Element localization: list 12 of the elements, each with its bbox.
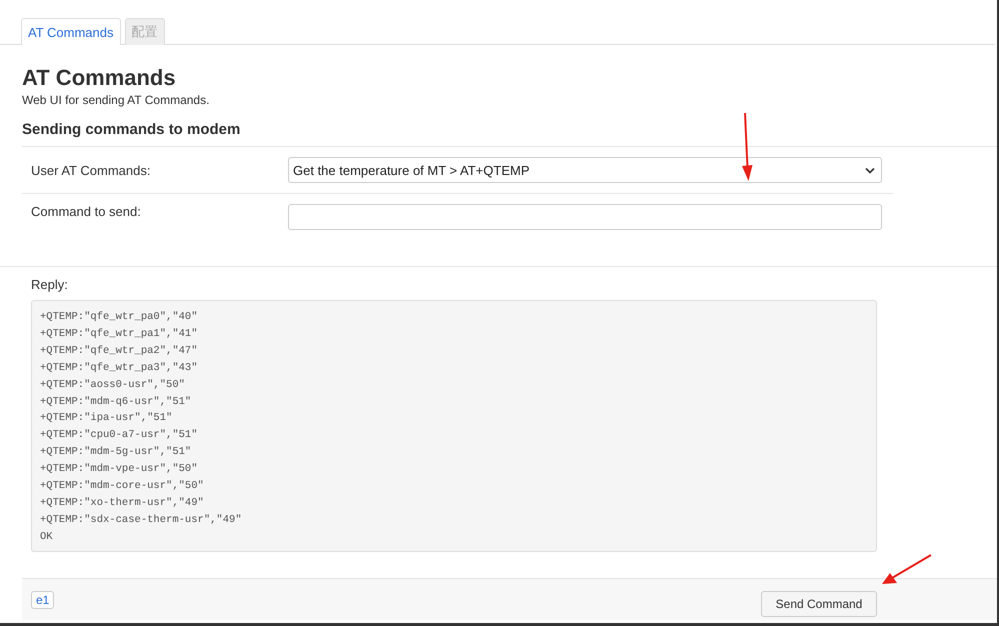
reply-label: Reply: (31, 277, 69, 292)
command-select[interactable]: Get the temperature of MT > AT+QTEMP (288, 157, 882, 183)
page-title: AT Commands (22, 65, 177, 91)
chevron-down-icon (865, 166, 875, 174)
section-title: Sending commands to modem (22, 121, 242, 138)
command-input[interactable] (288, 204, 882, 230)
annotation-arrow (742, 112, 752, 181)
tab[interactable]: AT Commands (21, 18, 120, 45)
page-subtitle: Web UI for sending AT Commands. (22, 93, 210, 107)
field-label: User AT Commands: (30, 162, 152, 178)
field-label: Command to send: (30, 204, 142, 219)
annotation-arrow (882, 554, 932, 584)
